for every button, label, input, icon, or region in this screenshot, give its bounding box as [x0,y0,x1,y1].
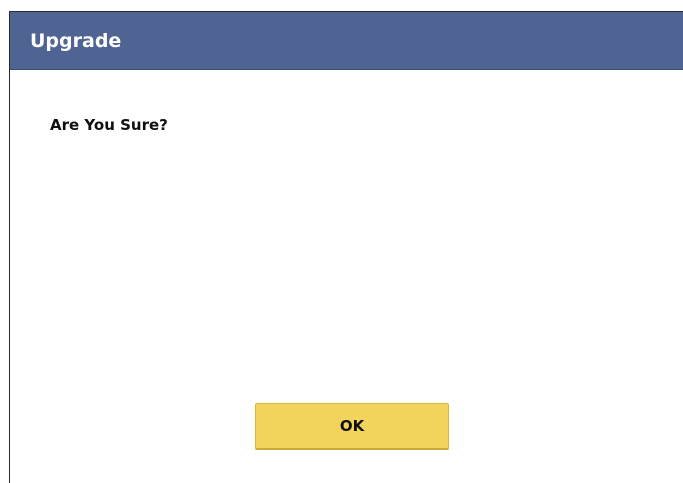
dialog-title: Upgrade [30,29,122,52]
dialog-titlebar: Upgrade [10,12,683,70]
confirmation-message: Are You Sure? [50,116,168,134]
ok-button[interactable]: OK [255,403,449,450]
upgrade-dialog: Upgrade Are You Sure? OK [9,11,683,483]
